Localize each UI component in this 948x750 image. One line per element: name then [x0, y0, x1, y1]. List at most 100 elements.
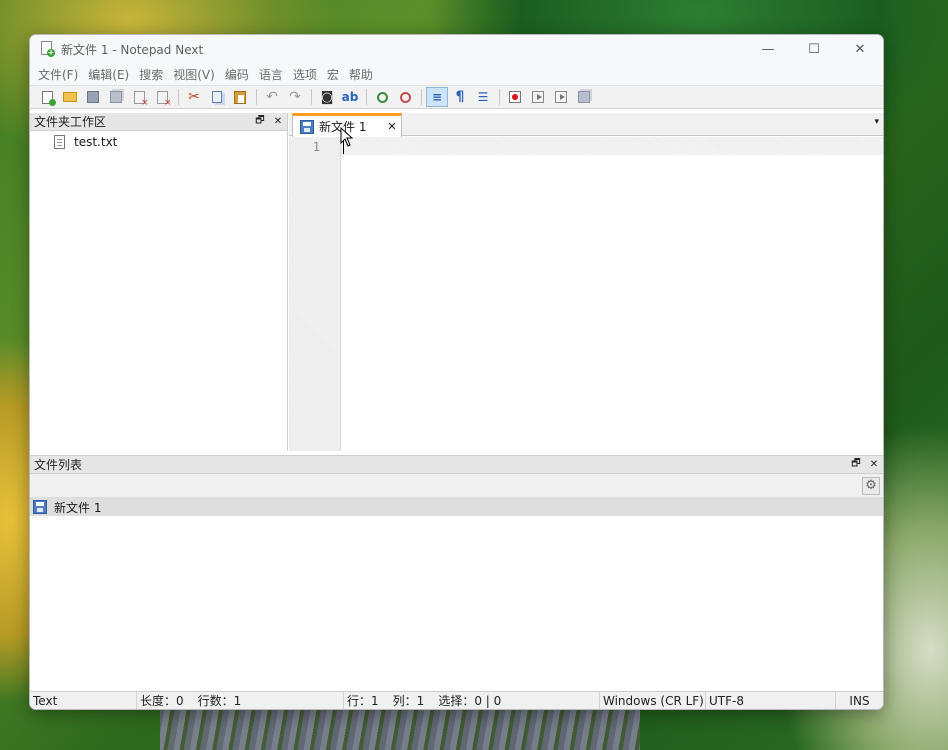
folder-workspace-panel: 文件夹工作区 🗗 ✕ test.txt — [30, 113, 288, 451]
menu-help[interactable]: 帮助 — [344, 66, 378, 83]
new-file-icon — [41, 90, 56, 106]
text-file-icon — [54, 135, 65, 149]
menu-settings[interactable]: 选项 — [288, 66, 322, 83]
float-panel-icon[interactable]: 🗗 — [847, 456, 865, 473]
replace-icon: ab — [341, 90, 359, 104]
fast-forward-icon — [555, 91, 567, 103]
status-encoding[interactable]: UTF-8 — [706, 692, 836, 709]
col-value: 1 — [416, 693, 425, 708]
copy-button[interactable] — [206, 87, 228, 107]
zoom-out-button[interactable] — [394, 87, 416, 107]
window-title: 新文件 1 - Notepad Next — [61, 42, 204, 57]
menu-macro[interactable]: 宏 — [322, 66, 344, 83]
clipboard-icon — [234, 90, 246, 104]
menu-language[interactable]: 语言 — [254, 66, 288, 83]
lines-value: 1 — [233, 693, 242, 708]
menu-edit[interactable]: 编辑(E) — [83, 66, 134, 83]
list-item[interactable]: 新文件 1 — [30, 498, 883, 516]
toolbar-separator — [178, 89, 179, 105]
file-list-title: 文件列表 — [34, 458, 83, 472]
replace-button[interactable]: ab — [339, 87, 361, 107]
record-icon — [509, 91, 521, 103]
menu-file[interactable]: 文件(F) — [33, 66, 83, 83]
close-file-icon — [133, 90, 149, 108]
show-all-characters-button[interactable]: ¶ — [449, 87, 471, 107]
folder-workspace-header: 文件夹工作区 🗗 ✕ — [30, 113, 287, 131]
find-button[interactable]: ◙ — [316, 87, 338, 107]
gear-icon[interactable]: ⚙ — [862, 477, 880, 495]
pilcrow-icon: ¶ — [455, 89, 465, 105]
row-value: 1 — [371, 693, 379, 708]
col-label: 列： — [392, 694, 417, 708]
lines-label: 行数： — [197, 694, 234, 708]
length-value: 0 — [176, 693, 184, 708]
menu-view[interactable]: 视图(V) — [168, 66, 220, 83]
status-insert-mode[interactable]: INS — [836, 692, 883, 709]
notepad-next-window: + 新文件 1 - Notepad Next — ☐ ✕ 文件(F) 编辑(E)… — [29, 34, 884, 710]
cut-button[interactable]: ✂ — [183, 87, 205, 107]
tab-close-icon[interactable]: ✕ — [383, 120, 401, 133]
status-language[interactable]: Text — [30, 692, 137, 709]
status-eol[interactable]: Windows (CR LF) — [600, 692, 706, 709]
current-line-highlight — [341, 137, 883, 155]
save-macro-icon — [578, 91, 590, 103]
text-editor[interactable]: 1 — [289, 127, 883, 451]
toolbar-separator — [366, 89, 367, 105]
close-panel-icon[interactable]: ✕ — [269, 116, 287, 127]
zoom-out-icon — [399, 91, 411, 103]
redo-button[interactable]: ↷ — [284, 87, 306, 107]
unsaved-disk-icon — [300, 119, 314, 134]
unsaved-disk-icon — [33, 500, 47, 514]
open-file-button[interactable] — [59, 87, 81, 107]
play-macro-button[interactable] — [527, 87, 549, 107]
status-bar: Text 长度： 0 行数： 1 行： 1 列： 1 选择： 0 | 0 Win… — [30, 691, 883, 709]
maximize-button[interactable]: ☐ — [791, 35, 837, 63]
tree-item-file[interactable]: test.txt — [30, 131, 287, 149]
close-window-button[interactable]: ✕ — [837, 35, 883, 63]
open-folder-icon — [63, 92, 77, 102]
undo-button[interactable]: ↶ — [261, 87, 283, 107]
toolbar-separator — [421, 89, 422, 105]
word-wrap-button[interactable]: ≡ — [426, 87, 448, 107]
close-all-button[interactable] — [151, 87, 173, 108]
tab-list-dropdown-icon[interactable]: ▾ — [874, 117, 879, 127]
run-macro-multiple-button[interactable] — [550, 87, 572, 107]
folder-workspace-title: 文件夹工作区 — [34, 115, 107, 129]
list-item-label: 新文件 1 — [54, 500, 102, 515]
zoom-in-icon — [376, 91, 388, 103]
play-icon — [532, 91, 544, 103]
save-button[interactable] — [82, 87, 104, 107]
paste-button[interactable] — [229, 87, 251, 107]
toolbar: ✂ ↶ ↷ ◙ ab ≡ ¶ ☰ — [30, 85, 883, 109]
toolbar-separator — [256, 89, 257, 105]
save-macro-button[interactable] — [573, 87, 595, 107]
record-macro-button[interactable] — [504, 87, 526, 107]
menu-search[interactable]: 搜索 — [134, 66, 168, 83]
status-cursor-position: 行： 1 列： 1 选择： 0 | 0 — [344, 692, 600, 709]
menu-encoding[interactable]: 编码 — [220, 66, 254, 83]
tab-bar: 新文件 1 ✕ ▾ — [289, 113, 883, 137]
status-document-info: 长度： 0 行数： 1 — [137, 692, 344, 709]
title-bar: + 新文件 1 - Notepad Next — ☐ ✕ — [30, 35, 883, 63]
toolbar-separator — [311, 89, 312, 105]
tree-item-label: test.txt — [74, 135, 118, 149]
save-all-button[interactable] — [105, 87, 127, 107]
line-number: 1 — [312, 140, 320, 154]
float-panel-icon[interactable]: 🗗 — [251, 113, 269, 130]
minimize-button[interactable]: — — [745, 35, 791, 63]
app-icon: + — [39, 41, 55, 57]
close-panel-icon[interactable]: ✕ — [865, 459, 883, 470]
scissors-icon: ✂ — [188, 89, 200, 105]
redo-icon: ↷ — [289, 89, 301, 105]
binoculars-icon: ◙ — [320, 89, 334, 105]
undo-icon: ↶ — [266, 89, 278, 105]
new-file-button[interactable] — [36, 87, 58, 107]
close-file-button[interactable] — [128, 87, 150, 108]
word-wrap-icon: ≡ — [431, 90, 443, 104]
indent-guide-button[interactable]: ☰ — [472, 87, 494, 107]
file-list-panel: 文件列表 🗗 ✕ ⚙ 新文件 1 — [30, 455, 883, 692]
close-all-icon — [156, 90, 172, 108]
menu-bar: 文件(F) 编辑(E) 搜索 视图(V) 编码 语言 选项 宏 帮助 — [30, 63, 883, 85]
indent-guide-icon: ☰ — [477, 90, 489, 104]
zoom-in-button[interactable] — [371, 87, 393, 107]
